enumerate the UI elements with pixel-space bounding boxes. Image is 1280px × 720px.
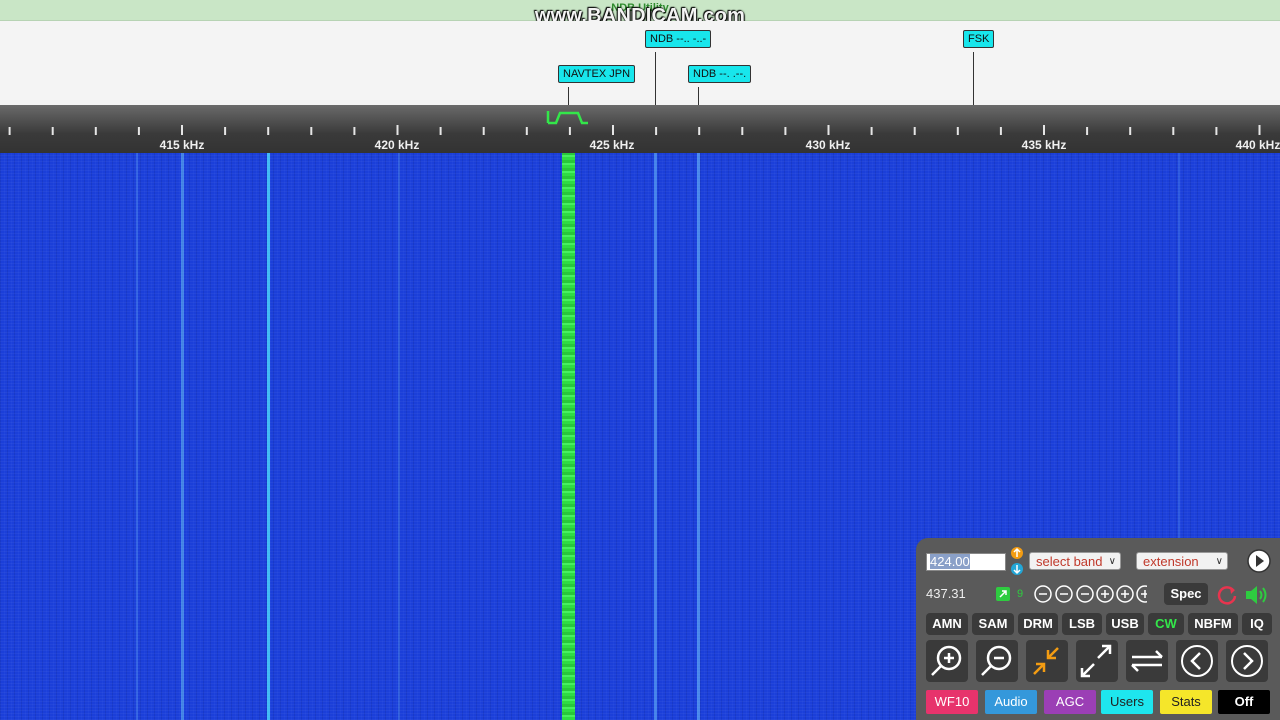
signal-trace — [267, 153, 270, 720]
zoom-out-button[interactable] — [976, 640, 1018, 682]
dx-label-ndb-1[interactable]: NDB --.. -..- — [645, 30, 712, 48]
zoom-max-button[interactable] — [1076, 640, 1118, 682]
signal-trace — [136, 153, 138, 720]
signal-trace-strong — [562, 153, 575, 720]
swap-button[interactable] — [1126, 640, 1168, 682]
dx-marker-line — [973, 52, 974, 107]
step-left-button[interactable] — [1176, 640, 1218, 682]
off-button[interactable]: Off — [1218, 690, 1270, 714]
step-right-button[interactable] — [1226, 640, 1268, 682]
agc-button[interactable]: AGC — [1044, 690, 1096, 714]
signal-trace — [697, 153, 700, 720]
spec-button[interactable]: Spec — [1164, 583, 1208, 605]
speaker-icon[interactable] — [1244, 583, 1270, 607]
mode-nbfm-button[interactable]: NBFM — [1188, 613, 1238, 635]
users-button[interactable]: Users — [1101, 690, 1153, 714]
band-select-label: select band — [1036, 554, 1103, 569]
passband-indicator — [546, 111, 588, 125]
magnifier-plus-icon — [931, 645, 962, 676]
zoom-to-band-button[interactable] — [1026, 640, 1068, 682]
dx-marker-line — [568, 87, 569, 107]
mode-sam-button[interactable]: SAM — [972, 613, 1014, 635]
dx-label-ndb-2[interactable]: NDB --. .--. — [688, 65, 752, 83]
dx-label-fsk[interactable]: FSK — [963, 30, 995, 48]
tick-label-440: 440 kHz — [1236, 138, 1280, 152]
mode-drm-button[interactable]: DRM — [1018, 613, 1058, 635]
tick-label-420: 420 kHz — [375, 138, 420, 152]
signal-trace — [398, 153, 400, 720]
dx-marker-line — [698, 87, 699, 107]
tick-label-435: 435 kHz — [1022, 138, 1067, 152]
mode-cw-button[interactable]: CW — [1148, 613, 1184, 635]
tick-label-415: 415 kHz — [160, 138, 205, 152]
tick-label-430: 430 kHz — [806, 138, 851, 152]
zoom-buttons[interactable] — [1033, 583, 1147, 605]
expand-arrows-icon — [1080, 644, 1112, 678]
chevron-right-icon — [1231, 645, 1263, 677]
wf-button[interactable]: WF10 — [926, 690, 978, 714]
cursor-frequency-readout: 437.31 — [926, 586, 966, 601]
mode-iq-button[interactable]: IQ — [1242, 613, 1272, 635]
zoom-in-button[interactable] — [926, 640, 968, 682]
chevron-left-icon — [1181, 645, 1213, 677]
frequency-input[interactable]: 424.00 — [926, 553, 1006, 571]
mode-amn-button[interactable]: AMN — [926, 613, 968, 635]
audio-button[interactable]: Audio — [985, 690, 1037, 714]
extension-select-label: extension — [1143, 554, 1199, 569]
stats-button[interactable]: Stats — [1160, 690, 1212, 714]
external-link-icon[interactable] — [996, 587, 1010, 601]
refresh-icon[interactable] — [1216, 584, 1238, 606]
collapse-arrows-icon — [1033, 647, 1059, 675]
magnifier-minus-icon — [981, 645, 1012, 676]
mode-lsb-button[interactable]: LSB — [1062, 613, 1102, 635]
dx-label-area: NAVTEX JPN NDB --.. -..- NDB --. .--. FS… — [0, 21, 1280, 107]
mode-usb-button[interactable]: USB — [1106, 613, 1144, 635]
play-icon[interactable] — [1246, 548, 1272, 574]
swap-arrows-icon — [1131, 650, 1163, 672]
extension-select[interactable]: extension ∨ — [1136, 552, 1228, 570]
dx-marker-line — [655, 52, 656, 107]
frequency-scale-ticks: 415 kHz 420 kHz 425 kHz 430 kHz 435 kHz … — [8, 111, 1280, 152]
signal-trace — [654, 153, 657, 720]
dx-label-navtex[interactable]: NAVTEX JPN — [558, 65, 636, 83]
tick-label-425: 425 kHz — [590, 138, 635, 152]
signal-trace — [181, 153, 184, 720]
frequency-step-arrows-icon[interactable] — [1010, 546, 1024, 576]
band-select[interactable]: select band ∨ — [1029, 552, 1121, 570]
zoom-level: 9 — [1017, 588, 1024, 600]
frequency-value: 424.00 — [930, 554, 970, 569]
frequency-scale[interactable]: 415 kHz 420 kHz 425 kHz 430 kHz 435 kHz … — [0, 105, 1280, 153]
